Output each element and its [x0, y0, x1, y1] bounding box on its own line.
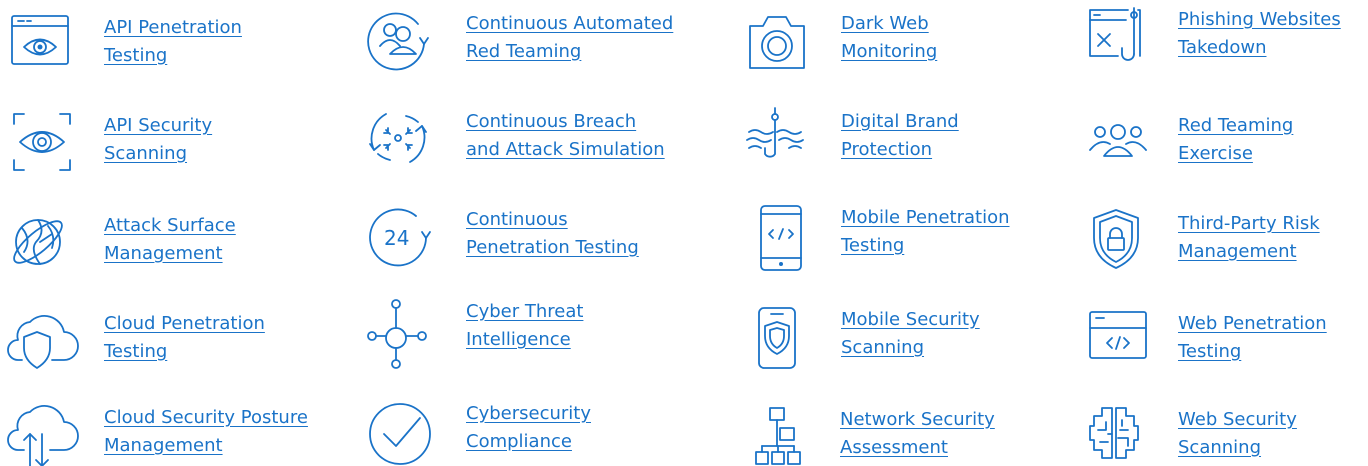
- breach-simulation-icon: [368, 108, 428, 168]
- circuit-brain-icon: [1088, 406, 1148, 466]
- eye-browser-icon: [10, 14, 70, 74]
- camera-icon: [747, 10, 807, 70]
- 24-hours-icon: 24: [368, 206, 431, 267]
- eye-scan-icon: [12, 112, 72, 172]
- globe-satellite-icon: [8, 212, 68, 272]
- service-link[interactable]: Continuous Automated Red Teaming: [466, 10, 673, 66]
- service-link[interactable]: Third-Party Risk Management: [1178, 210, 1320, 266]
- checkmark-circle-icon: [369, 400, 431, 465]
- service-link[interactable]: Attack Surface Management: [104, 212, 236, 268]
- service-link[interactable]: Mobile Penetration Testing: [841, 204, 1010, 260]
- service-link[interactable]: Continuous Penetration Testing: [466, 206, 639, 262]
- fish-hook-icon: [745, 107, 805, 168]
- service-link[interactable]: Mobile Security Scanning: [841, 306, 980, 362]
- service-link[interactable]: Network Security Assessment: [840, 406, 995, 462]
- service-link[interactable]: Dark Web Monitoring: [841, 10, 937, 66]
- services-grid: API Penetration Testing Continuous Automa…: [0, 0, 1368, 466]
- service-link[interactable]: API Security Scanning: [104, 112, 212, 168]
- service-link[interactable]: Phishing Websites Takedown: [1178, 6, 1341, 62]
- cloud-shield-icon: [6, 310, 79, 370]
- svg-text:24: 24: [384, 226, 409, 250]
- hierarchy-icon: [754, 406, 814, 466]
- service-link[interactable]: Cyber Threat Intelligence: [466, 298, 583, 354]
- user-group-refresh-icon: [367, 10, 429, 71]
- service-link[interactable]: Cloud Security Posture Management: [104, 404, 308, 460]
- browser-code-icon: [1088, 310, 1148, 370]
- mobile-shield-icon: [757, 306, 817, 369]
- cloud-arrows-icon: [6, 404, 79, 466]
- mobile-code-icon: [759, 204, 819, 271]
- shield-lock-icon: [1092, 209, 1152, 270]
- service-link[interactable]: Web Penetration Testing: [1178, 310, 1327, 366]
- service-link[interactable]: API Penetration Testing: [104, 14, 242, 70]
- phishing-browser-icon: [1088, 6, 1148, 66]
- team-icon: [1088, 112, 1148, 172]
- service-link[interactable]: Web Security Scanning: [1178, 406, 1297, 462]
- network-hub-icon: [366, 298, 427, 369]
- service-link[interactable]: Digital Brand Protection: [841, 108, 959, 164]
- service-link[interactable]: Red Teaming Exercise: [1178, 112, 1293, 168]
- service-link[interactable]: Cybersecurity Compliance: [466, 400, 591, 456]
- service-link[interactable]: Continuous Breach and Attack Simulation: [466, 108, 665, 164]
- service-link[interactable]: Cloud Penetration Testing: [104, 310, 265, 366]
